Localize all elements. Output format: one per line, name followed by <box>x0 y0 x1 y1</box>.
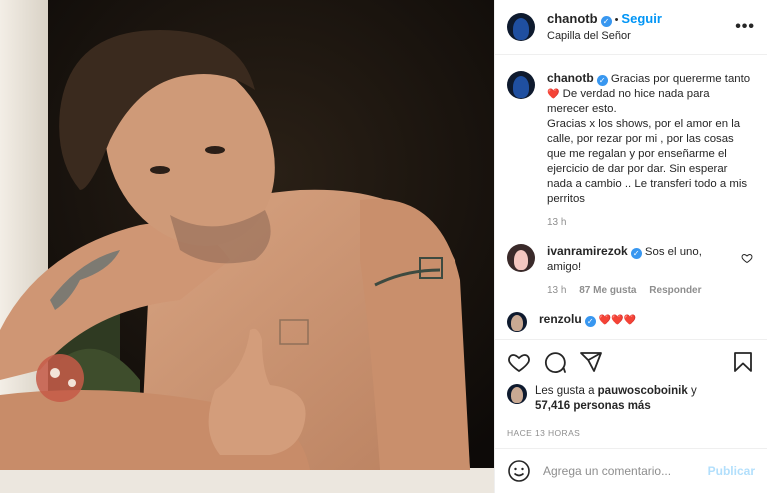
comments-list[interactable]: chanotb ✓ Gracias por quererme tanto ❤️ D… <box>495 55 767 339</box>
heart-icon[interactable] <box>507 350 531 374</box>
publish-button[interactable]: Publicar <box>708 464 755 478</box>
action-bar <box>495 339 767 384</box>
caption-text-2: De verdad no hice nada para merecer esto… <box>547 88 710 115</box>
caption-meta: 13 h <box>547 215 753 230</box>
liker-username[interactable]: pauwoscoboinik <box>598 385 688 397</box>
caption-avatar[interactable] <box>507 71 535 99</box>
comment-likes[interactable]: 87 Me gusta <box>579 285 636 296</box>
bookmark-icon[interactable] <box>731 350 755 374</box>
heart-emoji: ❤️ <box>547 89 560 100</box>
caption-text-3: Gracias x los shows, por el amor en la c… <box>547 118 748 205</box>
caption-comment: chanotb ✓ Gracias por quererme tanto ❤️ D… <box>507 71 753 230</box>
comment-item: renzolu ✓ ❤️❤️❤️ <box>507 312 753 332</box>
likes-mid: y <box>687 385 697 397</box>
author-username[interactable]: chanotb <box>547 11 598 26</box>
commenter-avatar[interactable] <box>507 244 535 272</box>
verified-badge-icon: ✓ <box>596 75 608 86</box>
caption-text-1: Gracias por quererme tanto <box>610 73 751 85</box>
commenter-avatar[interactable] <box>507 312 527 332</box>
share-icon[interactable] <box>579 350 603 374</box>
location-link[interactable]: Capilla del Señor <box>547 28 735 44</box>
comment-input[interactable] <box>541 463 708 479</box>
author-info: chanotb ✓ • Seguir Capilla del Señor <box>547 11 735 44</box>
verified-badge-icon: ✓ <box>630 248 642 259</box>
reply-button[interactable]: Responder <box>649 285 701 296</box>
caption-time[interactable]: 13 h <box>547 217 566 228</box>
commenter-username[interactable]: renzolu <box>539 312 582 326</box>
likes-count[interactable]: 57,416 personas más <box>535 400 651 412</box>
post-header: chanotb ✓ • Seguir Capilla del Señor ••• <box>495 0 767 55</box>
separator-dot: • <box>614 13 619 26</box>
emoji-icon[interactable] <box>507 459 531 483</box>
comment-time[interactable]: 13 h <box>547 285 566 296</box>
comment-body: renzolu ✓ ❤️❤️❤️ <box>539 312 753 332</box>
instagram-post: chanotb ✓ • Seguir Capilla del Señor ••• ch… <box>0 0 767 493</box>
likes-summary: Les gusta a pauwoscoboinik y 57,416 pers… <box>495 384 767 414</box>
comment-text: ❤️❤️❤️ <box>598 315 637 326</box>
more-options-icon[interactable]: ••• <box>735 18 755 36</box>
post-sidebar: chanotb ✓ • Seguir Capilla del Señor ••• ch… <box>494 0 767 493</box>
commenter-username[interactable]: ivanramirezok <box>547 244 628 258</box>
follow-button[interactable]: Seguir <box>621 11 661 26</box>
comment-body: ivanramirezok ✓ Sos el uno, amigo! 13 h 8… <box>547 244 737 298</box>
photo-illustration <box>0 0 494 493</box>
verified-badge-icon: ✓ <box>584 316 596 327</box>
add-comment-bar: Publicar <box>495 448 767 493</box>
author-avatar[interactable] <box>507 13 535 41</box>
caption-username[interactable]: chanotb <box>547 71 594 85</box>
likes-text: Les gusta a pauwoscoboinik y 57,416 pers… <box>535 384 697 414</box>
likes-prefix: Les gusta a <box>535 385 598 397</box>
post-photo[interactable] <box>0 0 494 493</box>
comment-like-heart-icon[interactable] <box>741 252 753 264</box>
comment-meta: 13 h 87 Me gusta Responder <box>547 283 737 298</box>
post-timestamp[interactable]: HACE 13 HORAS <box>495 414 767 448</box>
liker-avatar[interactable] <box>507 384 527 404</box>
comment-item: ivanramirezok ✓ Sos el uno, amigo! 13 h 8… <box>507 244 753 298</box>
verified-badge-icon: ✓ <box>600 15 612 27</box>
caption-body: chanotb ✓ Gracias por quererme tanto ❤️ D… <box>547 71 753 230</box>
comment-icon[interactable] <box>543 350 567 374</box>
